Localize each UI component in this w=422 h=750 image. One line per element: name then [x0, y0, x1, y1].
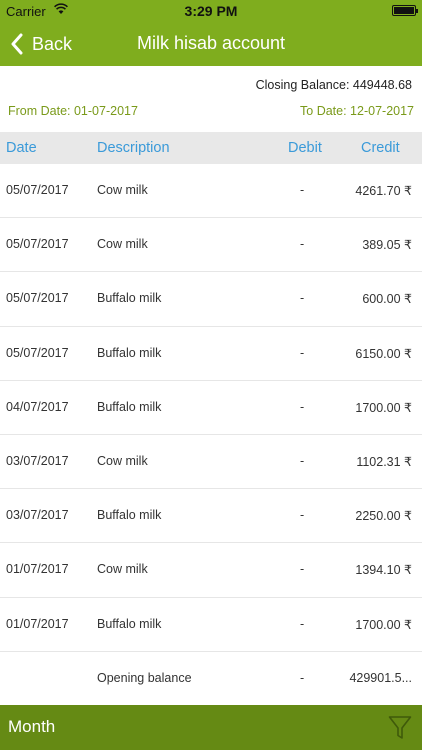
month-button[interactable]: Month: [8, 717, 55, 737]
row-description: Cow milk: [97, 453, 148, 468]
row-description: Cow milk: [97, 237, 148, 252]
bottom-bar: Month: [0, 705, 422, 750]
from-date: From Date: 01-07-2017: [8, 104, 138, 118]
row-date: 05/07/2017: [6, 183, 69, 197]
row-date: 01/07/2017: [6, 616, 69, 631]
table-row[interactable]: 05/07/2017 Buffalo milk - 6150.00 ₹: [0, 327, 422, 381]
row-debit: -: [300, 508, 305, 523]
row-date: 05/07/2017: [6, 237, 69, 252]
row-date: 04/07/2017: [6, 399, 69, 414]
row-credit: 389.05 ₹: [362, 238, 412, 253]
row-description: Cow milk: [97, 183, 148, 197]
row-credit: 6150.00 ₹: [355, 346, 412, 361]
to-date: To Date: 12-07-2017: [300, 104, 414, 118]
row-credit: 1700.00 ₹: [355, 617, 412, 632]
table-row[interactable]: 05/07/2017 Cow milk - 389.05 ₹: [0, 218, 422, 273]
table-header: Date Description Debit Credit: [0, 132, 422, 164]
row-debit: -: [300, 237, 305, 252]
row-debit: -: [300, 562, 305, 577]
table-row[interactable]: 03/07/2017 Cow milk - 1102.31 ₹: [0, 435, 422, 490]
row-debit: -: [300, 183, 305, 197]
page-title: Milk hisab account: [136, 33, 286, 53]
row-description: Buffalo milk: [97, 291, 162, 306]
row-description: Buffalo milk: [97, 508, 162, 523]
row-description: Opening balance: [97, 670, 192, 685]
header-credit: Credit: [361, 140, 400, 156]
header-description: Description: [97, 140, 170, 156]
row-credit: 1394.10 ₹: [355, 563, 412, 578]
row-date: 05/07/2017: [6, 345, 69, 360]
status-bar: Carrier 3:29 PM: [0, 0, 422, 22]
row-credit: 1700.00 ₹: [355, 400, 412, 415]
table-row[interactable]: 01/07/2017 Cow milk - 1394.10 ₹: [0, 543, 422, 598]
row-credit: 429901.5...: [349, 670, 412, 685]
row-debit: -: [300, 345, 305, 360]
table-row[interactable]: 05/07/2017 Cow milk - 4261.70 ₹: [0, 164, 422, 219]
row-description: Buffalo milk: [97, 345, 162, 360]
battery-icon: [392, 5, 418, 16]
closing-balance: Closing Balance: 449448.68: [255, 78, 412, 92]
top-bar: Carrier 3:29 PM Back Milk hisab account: [0, 0, 422, 66]
row-credit: 4261.70 ₹: [355, 184, 412, 198]
row-debit: -: [300, 291, 305, 306]
header-date: Date: [6, 140, 37, 156]
balance-summary: Closing Balance: 449448.68 From Date: 01…: [0, 66, 422, 132]
row-date: 03/07/2017: [6, 508, 69, 523]
row-debit: -: [300, 670, 305, 685]
row-credit: 2250.00 ₹: [355, 509, 412, 524]
transaction-list: 05/07/2017 Cow milk - 4261.70 ₹ 05/07/20…: [0, 164, 422, 706]
row-date: 03/07/2017: [6, 453, 69, 468]
row-debit: -: [300, 616, 305, 631]
row-credit: 1102.31 ₹: [356, 454, 412, 469]
table-row[interactable]: 05/07/2017 Buffalo milk - 600.00 ₹: [0, 272, 422, 327]
header-debit: Debit: [288, 140, 322, 156]
navigation-bar: Back Milk hisab account: [0, 22, 422, 66]
row-description: Buffalo milk: [97, 399, 162, 414]
row-debit: -: [300, 453, 305, 468]
table-row[interactable]: 04/07/2017 Buffalo milk - 1700.00 ₹: [0, 381, 422, 435]
row-description: Cow milk: [97, 562, 148, 577]
table-row[interactable]: 01/07/2017 Buffalo milk - 1700.00 ₹: [0, 598, 422, 652]
row-credit: 600.00 ₹: [362, 292, 412, 307]
table-row-opening-balance[interactable]: Opening balance - 429901.5...: [0, 652, 422, 706]
row-date: 01/07/2017: [6, 562, 69, 577]
filter-icon[interactable]: [388, 715, 412, 741]
row-debit: -: [300, 399, 305, 414]
table-row[interactable]: 03/07/2017 Buffalo milk - 2250.00 ₹: [0, 489, 422, 544]
status-time: 3:29 PM: [184, 3, 238, 19]
row-description: Buffalo milk: [97, 616, 162, 631]
row-date: 05/07/2017: [6, 291, 69, 306]
